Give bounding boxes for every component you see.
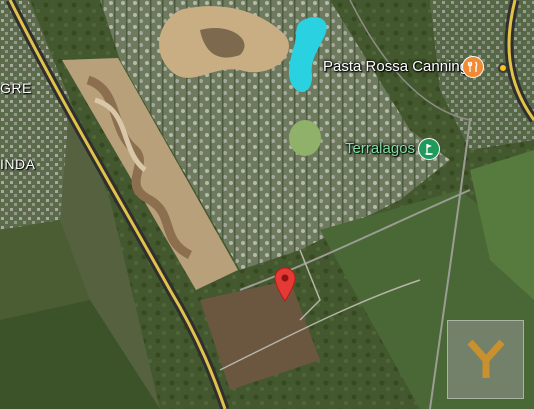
golf-icon[interactable]	[418, 138, 440, 160]
fork-knife-glyph	[467, 61, 478, 72]
map-canvas[interactable]: GRE INDA Pasta Rossa Canning Terralagos	[0, 0, 534, 409]
restaurant-icon[interactable]	[462, 56, 484, 78]
area-label-inda: INDA	[0, 156, 36, 172]
y-logo-icon	[466, 339, 505, 378]
area-label-gre: GRE	[0, 80, 32, 96]
poi-label-pasta-rossa[interactable]: Pasta Rossa Canning	[323, 58, 468, 75]
transit-dot-icon[interactable]	[498, 63, 508, 73]
golf-flag-glyph	[425, 144, 433, 155]
location-pin-icon[interactable]	[273, 266, 297, 302]
watermark-logo	[447, 320, 524, 399]
poi-label-terralagos[interactable]: Terralagos	[345, 140, 415, 157]
